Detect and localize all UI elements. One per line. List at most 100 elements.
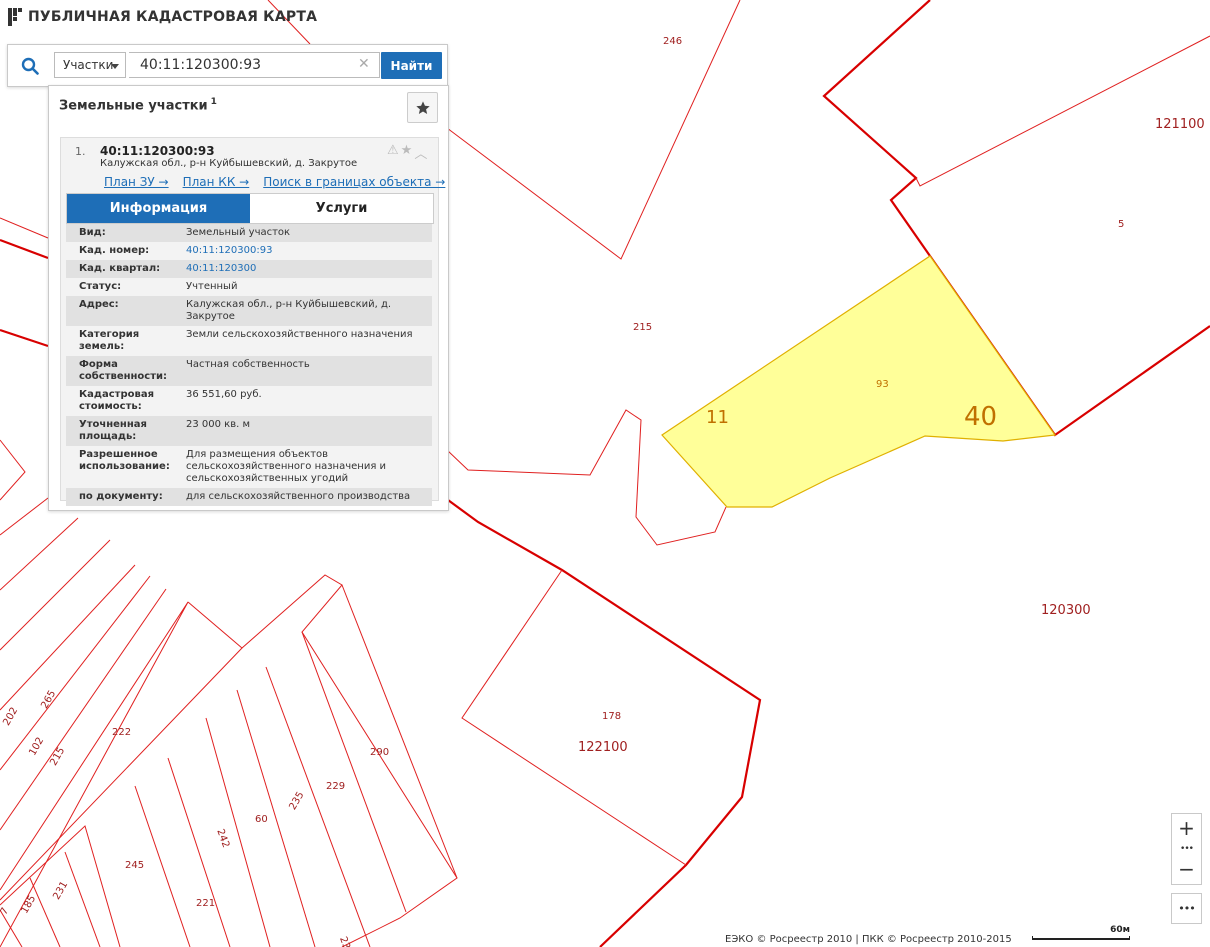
search-icon (21, 57, 39, 75)
info-key: Адрес: (79, 299, 119, 310)
map-label: 222 (112, 727, 131, 738)
info-row: Категория земель: Земли сельскохозяйствен… (66, 326, 432, 356)
info-value: 36 551,60 руб. (186, 389, 262, 400)
map-label: 246 (663, 36, 682, 47)
info-row: Кад. квартал: 40:11:120300 (66, 260, 432, 278)
more-tools-button[interactable]: ••• (1171, 893, 1202, 924)
info-row: Разрешенное использование: Для размещения… (66, 446, 432, 488)
caret-down-icon (111, 64, 119, 69)
map-label: 40 (964, 402, 997, 432)
search-bar: Участки ✕ Найти (7, 44, 448, 87)
clear-icon[interactable]: ✕ (358, 57, 370, 71)
info-table: Вид: Земельный участок Кад. номер: 40:11:1… (66, 224, 432, 506)
map-label: 202 (1, 706, 20, 728)
results-panel: Земельные участки 1 1. 40:11:120300:93 Ка… (48, 85, 449, 511)
map-label: 60 (255, 814, 268, 825)
warning-icon[interactable]: ⚠ (387, 143, 399, 162)
info-row: Вид: Земельный участок (66, 224, 432, 242)
info-value: Для размещения объектов сельскохозяйстве… (186, 449, 387, 484)
panel-title: Земельные участки 1 (59, 97, 217, 113)
info-value: 23 000 кв. м (186, 419, 251, 430)
search-type-value: Участки (63, 58, 114, 72)
tab-services[interactable]: Услуги (250, 194, 433, 223)
star-icon (415, 100, 430, 114)
map-label: 229 (326, 781, 345, 792)
selected-parcel[interactable] (661, 255, 1057, 508)
map-label: 120300 (1041, 603, 1091, 618)
search-in-bounds-link[interactable]: Поиск в границах объекта → (263, 175, 445, 189)
info-key: по документу: (79, 491, 163, 502)
map-label: 93 (876, 379, 889, 390)
map-label: 11 (706, 407, 729, 428)
zoom-in-button[interactable]: + (1172, 814, 1201, 842)
info-value: Калужская обл., р-н Куйбышевский, д. Зак… (186, 299, 392, 322)
map-label: 235 (287, 790, 306, 812)
zoom-levels-handle[interactable]: ••• (1172, 843, 1201, 855)
info-row: Кадастровая стоимость: 36 551,60 руб. (66, 386, 432, 416)
info-row: Форма собственности: Частная собственност… (66, 356, 432, 386)
info-value: для сельскохозяйственного производства (186, 491, 411, 502)
scale-bar: 60м (1032, 925, 1130, 943)
info-value: Земельный участок (186, 227, 291, 238)
map-label: 221 (196, 898, 215, 909)
info-key: Вид: (79, 227, 106, 238)
zoom-out-button[interactable]: − (1172, 855, 1201, 883)
info-key: Категория земель: (79, 329, 140, 352)
chevron-up-icon[interactable]: ︿ (414, 143, 427, 162)
info-key: Кад. номер: (79, 245, 150, 256)
result-card[interactable]: 1. 40:11:120300:93 Калужская обл., р-н К… (60, 137, 445, 506)
app-header: ПУБЛИЧНАЯ КАДАСТРОВАЯ КАРТА (8, 8, 317, 26)
info-row: Статус: Учтенный (66, 278, 432, 296)
pkk-logo-icon (8, 8, 22, 26)
star-icon[interactable]: ★ (401, 143, 413, 162)
map-label: 265 (39, 689, 58, 711)
info-value: Земли сельскохозяйственного назначения (186, 329, 413, 340)
search-input[interactable] (129, 52, 380, 78)
search-type-select[interactable]: Участки (54, 52, 126, 78)
plan-zu-link[interactable]: План ЗУ → (104, 175, 169, 189)
search-toggle-button[interactable] (8, 45, 52, 86)
result-index: 1. (75, 145, 86, 158)
tab-info[interactable]: Информация (67, 194, 250, 223)
info-key: Кадастровая стоимость: (79, 389, 154, 412)
plan-kk-link[interactable]: План КК → (183, 175, 250, 189)
info-row: Кад. номер: 40:11:120300:93 (66, 242, 432, 260)
map-label: 23 (337, 935, 352, 947)
map-label: 178 (602, 711, 621, 722)
map-label: 242 (214, 828, 231, 850)
info-row: Уточненная площадь: 23 000 кв. м (66, 416, 432, 446)
result-address: Калужская обл., р-н Куйбышевский, д. Зак… (100, 158, 358, 169)
find-button[interactable]: Найти (381, 52, 442, 79)
cad-number-link[interactable]: 40:11:120300:93 (186, 245, 432, 257)
card-actions: ⚠ ★ ︿ (387, 143, 427, 162)
info-key: Кад. квартал: (79, 263, 161, 274)
map-label: 215 (633, 322, 652, 333)
info-key: Статус: (79, 281, 122, 292)
cad-quarter-link[interactable]: 40:11:120300 (186, 263, 432, 275)
map-label: 5 (1118, 219, 1124, 230)
scale-line (1032, 936, 1130, 940)
info-row: по документу: для сельскохозяйственного п… (66, 488, 432, 506)
result-links: План ЗУ → План КК → Поиск в границах объ… (104, 175, 445, 189)
info-key: Форма собственности: (79, 359, 168, 382)
panel-title-text: Земельные участки (59, 98, 208, 114)
result-cad-number: 40:11:120300:93 (100, 144, 215, 158)
map-label: 7 (0, 906, 11, 917)
map-label: 245 (125, 860, 144, 871)
info-row: Адрес: Калужская обл., р-н Куйбышевский, … (66, 296, 432, 326)
zoom-control: + ••• − (1171, 813, 1202, 885)
info-value: Учтенный (186, 281, 238, 292)
map-label: 185 (19, 894, 38, 916)
favorites-button[interactable] (407, 92, 438, 123)
map-label: 231 (51, 880, 70, 902)
result-count: 1 (210, 97, 217, 107)
app-title: ПУБЛИЧНАЯ КАДАСТРОВАЯ КАРТА (28, 9, 318, 25)
map-label: 122100 (578, 740, 628, 755)
map-credits: ЕЭКО © Росреестр 2010 | ПКК © Росреестр … (725, 934, 1012, 945)
scale-label: 60м (1110, 925, 1130, 935)
info-key: Разрешенное использование: (79, 449, 170, 472)
result-tabs: Информация Услуги (66, 193, 434, 224)
map-label: 215 (48, 746, 67, 768)
info-value: Частная собственность (186, 359, 310, 370)
map-label: 290 (370, 747, 389, 758)
